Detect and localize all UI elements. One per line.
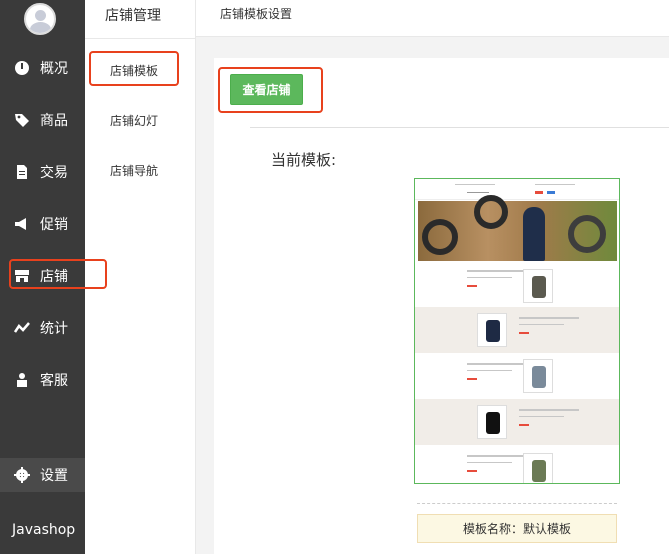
preview-line	[535, 184, 575, 185]
preview-line	[467, 192, 489, 193]
document-icon	[14, 164, 30, 180]
preview-product-row	[415, 445, 619, 483]
preview-tire	[474, 195, 508, 229]
avatar-head-shape	[35, 10, 46, 21]
divider	[85, 38, 196, 39]
nav-item-service[interactable]: 客服	[0, 354, 85, 406]
nav-item-goods[interactable]: 商品	[0, 94, 85, 146]
preview-price	[467, 470, 477, 472]
avatar[interactable]	[24, 3, 56, 35]
preview-product-row	[415, 265, 619, 311]
preview-line	[467, 370, 512, 371]
preview-tire	[422, 219, 458, 255]
trend-icon	[14, 320, 30, 336]
preview-thumb	[477, 405, 507, 439]
preview-line	[467, 363, 527, 365]
preview-topbar	[415, 179, 619, 200]
app: 概况 商品 交易 促销 店铺 统计 客服 设置 Javashop 店铺管理 店铺…	[0, 0, 669, 554]
avatar-body-shape	[30, 22, 51, 33]
user-icon	[14, 372, 30, 388]
template-name-label: 模板名称：默认模板	[417, 514, 617, 543]
preview-line	[467, 462, 512, 463]
preview-line	[467, 277, 512, 278]
preview-line	[467, 455, 527, 457]
preview-line	[519, 324, 564, 325]
divider	[250, 127, 669, 128]
preview-price	[519, 332, 529, 334]
nav-item-settings[interactable]: 设置	[0, 458, 85, 492]
nav-item-overview[interactable]: 概况	[0, 42, 85, 94]
preview-price	[467, 285, 477, 287]
highlight-box	[89, 51, 179, 86]
subnav-item-slideshow[interactable]: 店铺幻灯	[110, 112, 158, 129]
subnav-item-navigation[interactable]: 店铺导航	[110, 162, 158, 179]
preview-line	[519, 317, 579, 319]
preview-line	[519, 416, 564, 417]
nav-item-trade[interactable]: 交易	[0, 146, 85, 198]
highlight-box	[9, 259, 107, 289]
preview-price	[519, 424, 529, 426]
nav-item-label: 设置	[40, 468, 68, 484]
preview-line	[455, 184, 495, 185]
preview-product-row	[415, 307, 619, 353]
nav-item-label: 客服	[40, 373, 68, 389]
preview-thumb	[523, 359, 553, 393]
preview-tire	[568, 215, 606, 253]
main-panel: 查看店铺 当前模板: 模板名称：默认模板	[214, 58, 669, 554]
gear-icon	[14, 467, 30, 483]
highlight-box	[218, 67, 323, 113]
nav-item-label: 概况	[40, 61, 68, 77]
preview-line	[467, 270, 527, 272]
subnav-title: 店铺管理	[105, 8, 161, 24]
nav-item-label: 促销	[40, 217, 68, 233]
nav-item-label: 统计	[40, 321, 68, 337]
nav-item-promotion[interactable]: 促销	[0, 198, 85, 250]
preview-thumb	[477, 313, 507, 347]
preview-price	[467, 378, 477, 380]
divider	[417, 503, 617, 504]
preview-model	[523, 207, 545, 261]
preview-mark	[535, 191, 543, 194]
preview-line	[519, 409, 579, 411]
page-title: 店铺模板设置	[220, 7, 293, 21]
preview-product-row	[415, 399, 619, 445]
nav-item-label: 商品	[40, 113, 68, 129]
current-template-label: 当前模板:	[271, 151, 337, 169]
megaphone-icon	[14, 216, 30, 232]
preview-product-row	[415, 353, 619, 399]
template-preview-image	[414, 178, 620, 484]
dashboard-icon	[14, 60, 30, 76]
nav-item-label: 交易	[40, 165, 68, 181]
preview-thumb	[523, 269, 553, 303]
preview-hero-banner	[418, 195, 617, 261]
tag-icon	[14, 112, 30, 128]
preview-mark	[547, 191, 555, 194]
header-bar: 店铺模板设置	[196, 0, 669, 37]
brand-name: Javashop	[12, 522, 76, 538]
preview-thumb	[523, 453, 553, 483]
nav-item-stats[interactable]: 统计	[0, 302, 85, 354]
